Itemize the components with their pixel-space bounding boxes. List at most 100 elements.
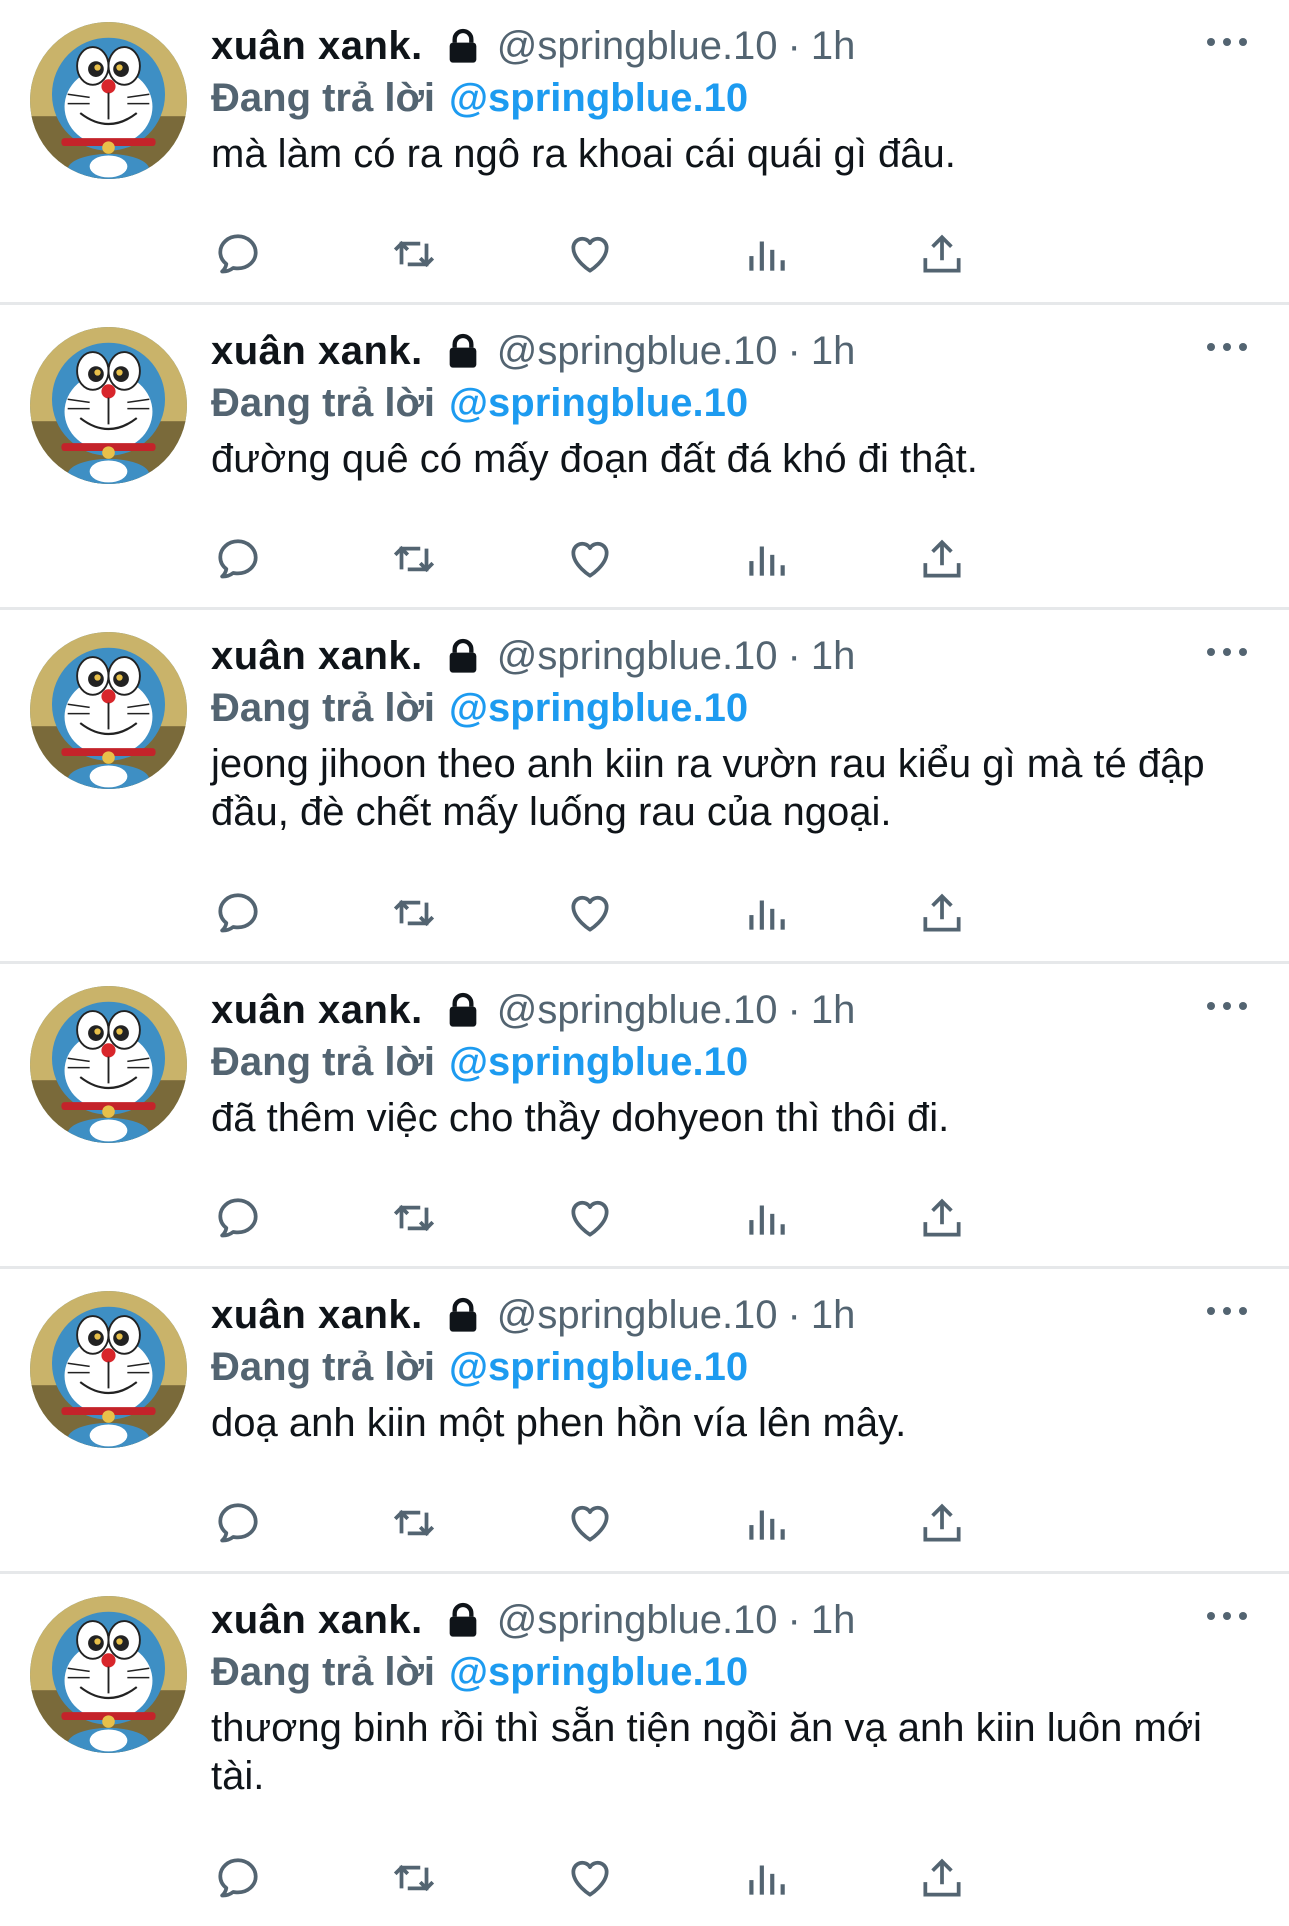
retweet-button[interactable] [386,885,442,941]
avatar[interactable] [30,632,187,789]
tweet[interactable]: xuân xank. @springblue.10 · 1h Đang trả … [0,964,1289,1269]
display-name[interactable]: xuân xank. [211,988,423,1033]
like-icon [571,1200,609,1237]
display-name[interactable]: xuân xank. [211,634,423,679]
user-handle[interactable]: @springblue.10 [497,634,778,679]
like-button[interactable] [562,1850,618,1906]
like-icon [571,1505,609,1542]
more-options-icon[interactable] [1205,1606,1249,1626]
replying-to-handle[interactable]: @springblue.10 [449,76,748,121]
share-button[interactable] [914,1495,970,1551]
avatar[interactable] [30,1596,187,1753]
tweet-actions [211,531,1131,587]
separator-dot: · [787,987,801,1032]
views-icon [749,241,785,271]
reply-button[interactable] [210,1850,266,1906]
reply-button[interactable] [210,531,266,587]
replying-to-label: Đang trả lời [211,1649,436,1694]
replying-to-handle[interactable]: @springblue.10 [449,686,748,731]
avatar[interactable] [30,986,187,1143]
more-options-icon[interactable] [1205,996,1249,1016]
tweet[interactable]: xuân xank. @springblue.10 · 1h Đang trả … [0,610,1289,964]
views-button[interactable] [738,531,794,587]
timestamp[interactable]: 1h [811,1598,856,1643]
like-button[interactable] [562,531,618,587]
display-name[interactable]: xuân xank. [211,329,423,374]
views-button[interactable] [738,1495,794,1551]
display-name[interactable]: xuân xank. [211,1598,423,1643]
lock-icon [443,636,483,676]
avatar[interactable] [30,22,187,179]
separator-dot: · [787,1292,801,1337]
views-icon [749,1205,785,1235]
timestamp[interactable]: 1h [811,988,856,1033]
tweet[interactable]: xuân xank. @springblue.10 · 1h Đang trả … [0,1269,1289,1574]
share-button[interactable] [914,1190,970,1246]
reply-icon [218,234,258,274]
like-icon [571,236,609,273]
retweet-icon [393,899,435,927]
views-button[interactable] [738,1190,794,1246]
reply-button[interactable] [210,226,266,282]
more-options-icon[interactable] [1205,1301,1249,1321]
user-handle[interactable]: @springblue.10 [497,988,778,1033]
reply-button[interactable] [210,1495,266,1551]
tweet[interactable]: xuân xank. @springblue.10 · 1h Đang trả … [0,1574,1289,1926]
replying-to-handle[interactable]: @springblue.10 [449,381,748,426]
replying-to-handle[interactable]: @springblue.10 [449,1345,748,1390]
share-button[interactable] [914,226,970,282]
tweet[interactable]: xuân xank. @springblue.10 · 1h Đang trả … [0,305,1289,610]
more-options-icon[interactable] [1205,32,1249,52]
timestamp[interactable]: 1h [811,1293,856,1338]
user-handle[interactable]: @springblue.10 [497,1293,778,1338]
retweet-button[interactable] [386,1190,442,1246]
tweet[interactable]: xuân xank. @springblue.10 · 1h Đang trả … [0,0,1289,305]
views-button[interactable] [738,885,794,941]
views-button[interactable] [738,1850,794,1906]
replying-to-label: Đang trả lời [211,685,436,730]
retweet-button[interactable] [386,226,442,282]
tweet-content: xuân xank. @springblue.10 · 1h Đang trả … [211,20,1249,178]
timestamp[interactable]: 1h [811,329,856,374]
display-name[interactable]: xuân xank. [211,1293,423,1338]
user-handle[interactable]: @springblue.10 [497,1598,778,1643]
user-handle[interactable]: @springblue.10 [497,329,778,374]
like-button[interactable] [562,226,618,282]
lock-icon [443,1600,483,1640]
replying-to-label: Đang trả lời [211,380,436,425]
views-button[interactable] [738,226,794,282]
replying-to-handle[interactable]: @springblue.10 [449,1650,748,1695]
tweet-content: xuân xank. @springblue.10 · 1h Đang trả … [211,1289,1249,1447]
more-options-icon[interactable] [1205,642,1249,662]
share-button[interactable] [914,1850,970,1906]
user-handle[interactable]: @springblue.10 [497,24,778,69]
like-icon [571,895,609,932]
replying-to-handle[interactable]: @springblue.10 [449,1040,748,1085]
lock-icon [443,26,483,66]
separator-dot: · [787,1597,801,1642]
views-icon [749,1865,785,1895]
share-button[interactable] [914,885,970,941]
avatar[interactable] [30,327,187,484]
retweet-button[interactable] [386,531,442,587]
like-button[interactable] [562,1495,618,1551]
like-button[interactable] [562,885,618,941]
timestamp[interactable]: 1h [811,634,856,679]
tweet-actions [211,1190,1131,1246]
timestamp[interactable]: 1h [811,24,856,69]
retweet-button[interactable] [386,1495,442,1551]
replying-to: Đang trả lời @springblue.10 [211,682,1249,734]
more-options-icon[interactable] [1205,337,1249,357]
tweet-content: xuân xank. @springblue.10 · 1h Đang trả … [211,984,1249,1142]
share-button[interactable] [914,531,970,587]
separator-dot: · [787,328,801,373]
retweet-button[interactable] [386,1850,442,1906]
reply-button[interactable] [210,885,266,941]
avatar[interactable] [30,1291,187,1448]
retweet-icon [393,1509,435,1537]
reply-button[interactable] [210,1190,266,1246]
tweet-header: xuân xank. @springblue.10 · 1h [211,630,1249,682]
tweet-actions [211,1850,1131,1906]
display-name[interactable]: xuân xank. [211,24,423,69]
like-button[interactable] [562,1190,618,1246]
